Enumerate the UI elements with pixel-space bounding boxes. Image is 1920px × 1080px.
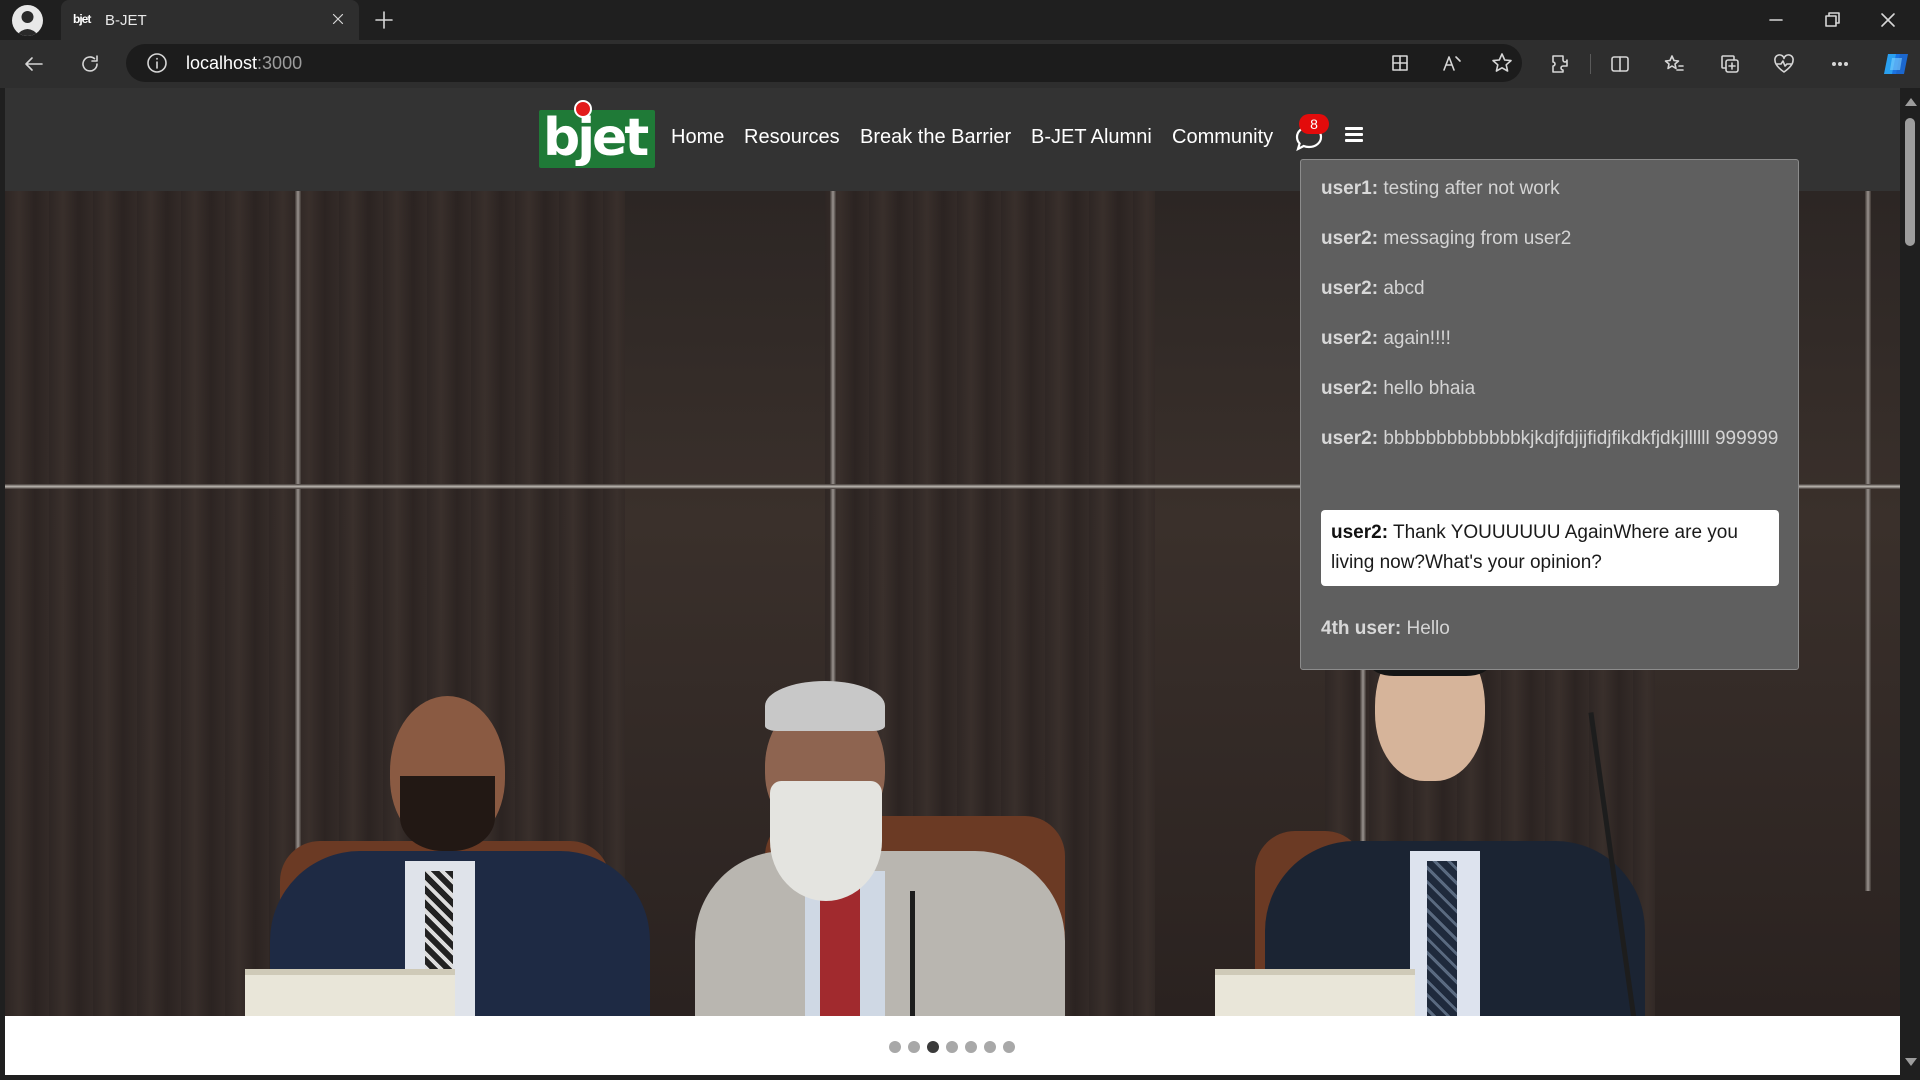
back-arrow-icon[interactable] <box>22 52 46 76</box>
nav-resources[interactable]: Resources <box>744 126 840 149</box>
nav-community[interactable]: Community <box>1172 126 1273 149</box>
chat-message-highlighted[interactable]: user2: Thank YOUUUUUU AgainWhere are you… <box>1321 510 1779 586</box>
favorites-list-icon[interactable] <box>1662 52 1686 76</box>
person-tie <box>820 881 860 1016</box>
nameplate <box>245 969 455 1016</box>
chat-message[interactable]: user2: hello bhaia <box>1321 374 1781 404</box>
close-window-icon[interactable] <box>1876 8 1900 32</box>
browser-tab[interactable]: bjet B-JET <box>61 0 359 40</box>
new-tab-plus-icon[interactable] <box>372 8 396 32</box>
browser-essentials-heart-icon[interactable] <box>1772 52 1796 76</box>
app-available-icon[interactable] <box>1388 51 1412 75</box>
person-beard <box>400 776 495 851</box>
microphone <box>910 891 915 1016</box>
refresh-icon[interactable] <box>78 52 102 76</box>
page-viewport: bjet Home Resources Break the Barrier B-… <box>5 88 1900 1075</box>
tab-title: B-JET <box>105 12 147 29</box>
minimize-icon[interactable] <box>1764 8 1788 32</box>
split-screen-icon[interactable] <box>1608 52 1632 76</box>
profile-avatar-icon[interactable] <box>12 5 43 36</box>
chat-message[interactable]: user2: bbbbbbbbbbbbbkjkdjfdjijfidjfikdkf… <box>1321 424 1781 454</box>
person-beard <box>770 781 882 901</box>
extensions-icon[interactable] <box>1548 52 1572 76</box>
carousel-dot[interactable] <box>1003 1041 1015 1053</box>
carousel-dot[interactable] <box>946 1041 958 1053</box>
url-text[interactable]: localhost:3000 <box>186 53 302 74</box>
close-tab-icon[interactable] <box>329 10 347 28</box>
carousel-indicators <box>5 1016 1900 1075</box>
collections-icon[interactable] <box>1718 52 1742 76</box>
bjet-logo[interactable]: bjet <box>539 100 655 168</box>
nav-break-the-barrier[interactable]: Break the Barrier <box>860 126 1011 149</box>
carousel-dot[interactable] <box>965 1041 977 1053</box>
read-aloud-icon[interactable] <box>1440 51 1464 75</box>
scrollbar-thumb[interactable] <box>1905 118 1915 246</box>
copilot-icon[interactable] <box>1880 48 1912 80</box>
chat-message[interactable]: user2: messaging from user2 <box>1321 224 1781 254</box>
scroll-up-arrow-icon[interactable] <box>1905 98 1917 106</box>
favorite-star-icon[interactable] <box>1490 51 1514 75</box>
nav-bjet-alumni[interactable]: B-JET Alumni <box>1031 126 1152 149</box>
browser-toolbar: localhost:3000 <box>0 40 1920 88</box>
more-options-icon[interactable] <box>1828 52 1852 76</box>
site-info-icon[interactable] <box>145 51 169 75</box>
carousel-dot[interactable] <box>889 1041 901 1053</box>
chat-message[interactable]: 4th user: Hello <box>1321 614 1781 644</box>
person-hair <box>765 681 885 731</box>
chat-message[interactable]: user1: testing after not work <box>1321 174 1781 204</box>
chat-message[interactable]: user2: abcd <box>1321 274 1781 304</box>
wall-seam <box>295 191 301 891</box>
scroll-down-arrow-icon[interactable] <box>1905 1058 1917 1066</box>
nav-home[interactable]: Home <box>671 126 724 149</box>
menu-hamburger-icon[interactable] <box>1345 126 1365 144</box>
nameplate <box>1215 969 1415 1016</box>
page-scrollbar[interactable] <box>1900 88 1920 1075</box>
carousel-dot[interactable] <box>908 1041 920 1053</box>
chat-messages-dropdown: user1: testing after not work user2: mes… <box>1300 159 1799 670</box>
unread-count-badge: 8 <box>1299 114 1329 134</box>
person-tie <box>1427 861 1457 1016</box>
bjet-favicon-icon: bjet <box>73 12 91 26</box>
restore-icon[interactable] <box>1820 8 1844 32</box>
address-bar[interactable]: localhost:3000 <box>126 44 1522 82</box>
browser-tab-strip: bjet B-JET <box>0 0 1920 40</box>
chat-message[interactable]: user2: again!!!! <box>1321 324 1781 354</box>
carousel-dot-active[interactable] <box>927 1041 939 1053</box>
toolbar-separator <box>1590 54 1591 74</box>
carousel-dot[interactable] <box>984 1041 996 1053</box>
logo-red-dot <box>574 100 592 118</box>
wall-seam <box>1865 191 1871 891</box>
